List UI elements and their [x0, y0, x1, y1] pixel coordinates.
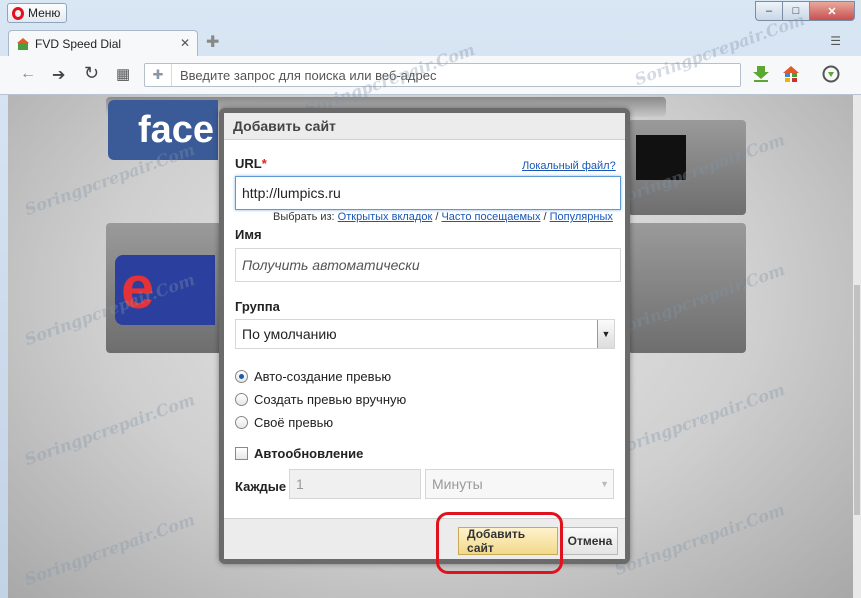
opera-logo-icon	[12, 6, 24, 20]
radio-button[interactable]	[235, 416, 248, 429]
dialog-title: Добавить сайт	[224, 113, 625, 140]
every-unit-select[interactable]: Минуты ▼	[425, 469, 614, 499]
group-label: Группа	[235, 299, 280, 314]
extension-puzzle-icon: ✚	[145, 64, 172, 86]
frequently-visited-link[interactable]: Часто посещаемых	[441, 211, 540, 223]
chevron-down-icon[interactable]: ▼	[597, 320, 614, 348]
every-value-input[interactable]: 1	[289, 469, 421, 499]
choose-from-row: Выбрать из: Открытых вкладок / Часто пос…	[273, 211, 613, 223]
radio-button[interactable]	[235, 370, 248, 383]
vertical-scrollbar[interactable]	[853, 95, 861, 598]
forward-button[interactable]: ➔	[52, 65, 65, 85]
every-unit: Минуты	[432, 476, 483, 492]
name-input[interactable]: Получить автоматически	[235, 248, 621, 282]
auto-update-checkbox[interactable]	[235, 447, 248, 460]
navigation-toolbar: ← ➔ ↻ ▦ ✚ Введите запрос для поиска или …	[0, 56, 861, 95]
tab-title: FVD Speed Dial	[35, 36, 122, 51]
dialog-footer: Добавить сайт Отмена	[224, 518, 625, 559]
address-bar[interactable]: ✚ Введите запрос для поиска или веб-адре…	[144, 63, 741, 87]
separator: /	[435, 211, 439, 223]
every-value: 1	[296, 476, 304, 492]
every-label: Каждые	[235, 479, 287, 494]
reload-button[interactable]: ↻	[84, 63, 99, 84]
scrollbar-thumb[interactable]	[854, 285, 860, 515]
name-placeholder: Получить автоматически	[242, 257, 420, 273]
browser-window: Меню – □ ✕ FVD Speed Dial ✕ ✚ ☰ ← ➔ ↻ ▦ …	[0, 0, 861, 598]
preview-option-manual[interactable]: Создать превью вручную	[235, 392, 406, 407]
radio-label: Своё превью	[254, 415, 334, 430]
chevron-down-icon: ▼	[600, 479, 609, 489]
new-tab-button[interactable]: ✚	[206, 32, 219, 52]
local-file-link[interactable]: Локальный файл?	[522, 160, 616, 172]
close-tab-icon[interactable]: ✕	[180, 36, 190, 50]
name-label: Имя	[235, 227, 262, 242]
ebay-logo-text: e	[121, 254, 155, 321]
title-bar: Меню – □ ✕	[0, 0, 861, 26]
url-value: http://lumpics.ru	[242, 185, 341, 201]
home-icon	[17, 37, 29, 50]
url-input[interactable]: http://lumpics.ru	[235, 176, 621, 210]
minimize-button[interactable]: –	[755, 1, 782, 21]
preview-option-auto[interactable]: Авто-создание превью	[235, 369, 391, 384]
tab-menu-icon[interactable]: ☰	[830, 34, 841, 48]
radio-label: Авто-создание превью	[254, 369, 392, 384]
amazon-tile-image	[636, 135, 686, 180]
auto-update-label: Автообновление	[254, 446, 364, 461]
open-tabs-link[interactable]: Открытых вкладок	[338, 211, 433, 223]
auto-update-row[interactable]: Автообновление	[235, 446, 363, 461]
add-site-dialog: Добавить сайт URL* Локальный файл? http:…	[219, 108, 630, 564]
speed-dial-tile[interactable]	[628, 223, 746, 353]
opera-update-icon[interactable]	[822, 65, 840, 83]
radio-button[interactable]	[235, 393, 248, 406]
url-label: URL*	[235, 156, 267, 171]
choose-from-label: Выбрать из:	[273, 211, 335, 223]
tab-fvd-speed-dial[interactable]: FVD Speed Dial ✕	[8, 30, 198, 56]
maximize-button[interactable]: □	[782, 1, 809, 21]
facebook-tile[interactable]: face	[108, 100, 218, 160]
opera-menu-button[interactable]: Меню	[7, 3, 68, 23]
cancel-button[interactable]: Отмена	[562, 527, 618, 555]
group-select[interactable]: По умолчанию ▼	[235, 319, 615, 349]
speed-dial-button[interactable]: ▦	[116, 65, 130, 83]
back-button[interactable]: ←	[20, 65, 36, 83]
tab-bar: FVD Speed Dial ✕ ✚ ☰	[0, 26, 861, 56]
close-window-button[interactable]: ✕	[809, 1, 855, 21]
popular-link[interactable]: Популярных	[550, 211, 613, 223]
menu-label: Меню	[28, 6, 61, 20]
fvd-speed-dial-extension-icon[interactable]	[782, 65, 800, 83]
preview-option-custom[interactable]: Своё превью	[235, 415, 333, 430]
download-icon[interactable]	[752, 65, 770, 83]
required-mark: *	[261, 156, 267, 171]
window-controls: – □ ✕	[755, 1, 855, 21]
group-selected-value: По умолчанию	[242, 326, 337, 342]
highlight-annotation	[436, 512, 563, 574]
radio-label: Создать превью вручную	[254, 392, 407, 407]
separator: /	[543, 211, 547, 223]
address-placeholder: Введите запрос для поиска или веб-адрес	[180, 67, 437, 83]
ebay-tile[interactable]: e	[115, 255, 215, 325]
